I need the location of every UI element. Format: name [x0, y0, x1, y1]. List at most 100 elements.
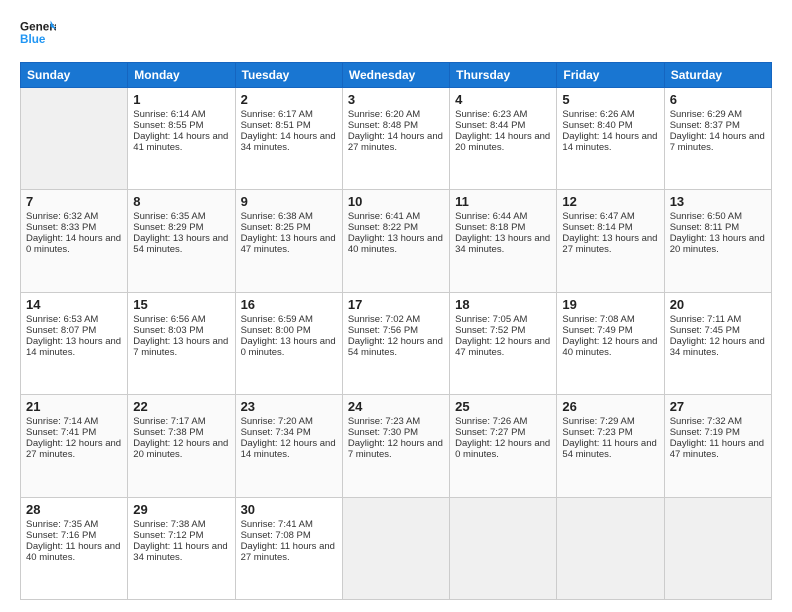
sunrise-text: Sunrise: 7:05 AM [455, 314, 551, 325]
sunrise-text: Sunrise: 6:23 AM [455, 109, 551, 120]
sunset-text: Sunset: 7:52 PM [455, 325, 551, 336]
sunrise-text: Sunrise: 7:11 AM [670, 314, 766, 325]
day-number: 20 [670, 297, 766, 312]
week-row-3: 14Sunrise: 6:53 AMSunset: 8:07 PMDayligh… [21, 292, 772, 394]
weekday-header-tuesday: Tuesday [235, 63, 342, 88]
daylight-text: Daylight: 13 hours and 47 minutes. [241, 233, 337, 255]
day-number: 13 [670, 194, 766, 209]
sunset-text: Sunset: 8:18 PM [455, 222, 551, 233]
calendar-cell: 20Sunrise: 7:11 AMSunset: 7:45 PMDayligh… [664, 292, 771, 394]
weekday-header-wednesday: Wednesday [342, 63, 449, 88]
day-number: 27 [670, 399, 766, 414]
sunset-text: Sunset: 8:00 PM [241, 325, 337, 336]
sunset-text: Sunset: 7:38 PM [133, 427, 229, 438]
calendar-cell: 6Sunrise: 6:29 AMSunset: 8:37 PMDaylight… [664, 88, 771, 190]
sunset-text: Sunset: 7:23 PM [562, 427, 658, 438]
calendar-cell [342, 497, 449, 599]
calendar-cell [21, 88, 128, 190]
day-number: 14 [26, 297, 122, 312]
daylight-text: Daylight: 14 hours and 0 minutes. [26, 233, 122, 255]
sunrise-text: Sunrise: 7:02 AM [348, 314, 444, 325]
day-number: 8 [133, 194, 229, 209]
calendar-cell: 1 Sunrise: 6:14 AMSunset: 8:55 PMDaylight… [128, 88, 235, 190]
calendar-cell: 5Sunrise: 6:26 AMSunset: 8:40 PMDaylight… [557, 88, 664, 190]
sunset-text: Sunset: 7:16 PM [26, 530, 122, 541]
daylight-text: Daylight: 14 hours and 14 minutes. [562, 131, 658, 153]
day-number: 19 [562, 297, 658, 312]
calendar-cell: 19Sunrise: 7:08 AMSunset: 7:49 PMDayligh… [557, 292, 664, 394]
daylight-text: Daylight: 11 hours and 54 minutes. [562, 438, 658, 460]
sunrise-text: Sunrise: 6:56 AM [133, 314, 229, 325]
sunset-text: Sunset: 7:56 PM [348, 325, 444, 336]
calendar-cell [450, 497, 557, 599]
logo-icon: GeneralBlue [20, 16, 56, 52]
sunset-text: Sunset: 8:07 PM [26, 325, 122, 336]
sunrise-text: Sunrise: 7:35 AM [26, 519, 122, 530]
calendar-cell: 22Sunrise: 7:17 AMSunset: 7:38 PMDayligh… [128, 395, 235, 497]
week-row-1: 1Sunrise: 6:14 AMSunset: 8:55 PMDaylight… [21, 88, 772, 190]
logo: GeneralBlue [20, 16, 56, 52]
calendar-cell: 4Sunrise: 6:23 AMSunset: 8:44 PMDaylight… [450, 88, 557, 190]
page: GeneralBlue SundayMondayTuesdayWednesday… [0, 0, 792, 612]
day-number: 12 [562, 194, 658, 209]
sunrise-text: Sunrise: 7:38 AM [133, 519, 229, 530]
day-number: 28 [26, 502, 122, 517]
daylight-text: Daylight: 13 hours and 14 minutes. [26, 336, 122, 358]
weekday-header-saturday: Saturday [664, 63, 771, 88]
sunrise-text: Sunrise: 7:23 AM [348, 416, 444, 427]
daylight-text: Daylight: 13 hours and 7 minutes. [133, 336, 229, 358]
day-number: 3 [348, 92, 444, 107]
sunrise-text: Sunrise: 6:26 AM [562, 109, 658, 120]
calendar-cell: 11Sunrise: 6:44 AMSunset: 8:18 PMDayligh… [450, 190, 557, 292]
sunset-text: Sunset: 7:27 PM [455, 427, 551, 438]
calendar-cell: 12Sunrise: 6:47 AMSunset: 8:14 PMDayligh… [557, 190, 664, 292]
day-number: 4 [455, 92, 551, 107]
day-number: 1 [133, 92, 229, 107]
calendar-table: SundayMondayTuesdayWednesdayThursdayFrid… [20, 62, 772, 600]
calendar-cell: 15Sunrise: 6:56 AMSunset: 8:03 PMDayligh… [128, 292, 235, 394]
sunrise-text: Sunrise: 7:26 AM [455, 416, 551, 427]
sunset-text: Sunset: 8:14 PM [562, 222, 658, 233]
calendar-cell [664, 497, 771, 599]
calendar-cell: 3Sunrise: 6:20 AMSunset: 8:48 PMDaylight… [342, 88, 449, 190]
sunset-text: Sunset: 8:44 PM [455, 120, 551, 131]
week-row-4: 21Sunrise: 7:14 AMSunset: 7:41 PMDayligh… [21, 395, 772, 497]
sunset-text: Sunset: 8:25 PM [241, 222, 337, 233]
calendar-cell: 8Sunrise: 6:35 AMSunset: 8:29 PMDaylight… [128, 190, 235, 292]
sunset-text: Sunset: 8:51 PM [241, 120, 337, 131]
sunset-text: Sunset: 8:29 PM [133, 222, 229, 233]
day-number: 15 [133, 297, 229, 312]
calendar-cell: 14Sunrise: 6:53 AMSunset: 8:07 PMDayligh… [21, 292, 128, 394]
sunrise-text: Sunrise: 6:17 AM [241, 109, 337, 120]
sunset-text: Sunset: 7:45 PM [670, 325, 766, 336]
calendar: SundayMondayTuesdayWednesdayThursdayFrid… [20, 62, 772, 600]
daylight-text: Daylight: 13 hours and 20 minutes. [670, 233, 766, 255]
daylight-text: Daylight: 13 hours and 40 minutes. [348, 233, 444, 255]
sunrise-text: Sunrise: 6:35 AM [133, 211, 229, 222]
sunrise-text: Sunrise: 6:50 AM [670, 211, 766, 222]
sunset-text: Sunset: 8:22 PM [348, 222, 444, 233]
weekday-header-sunday: Sunday [21, 63, 128, 88]
daylight-text: Daylight: 14 hours and 41 minutes. [133, 131, 229, 153]
sunrise-text: Sunrise: 6:41 AM [348, 211, 444, 222]
calendar-cell: 17Sunrise: 7:02 AMSunset: 7:56 PMDayligh… [342, 292, 449, 394]
sunrise-text: Sunrise: 7:20 AM [241, 416, 337, 427]
calendar-cell: 13 Sunrise: 6:50 AMSunset: 8:11 PMDayligh… [664, 190, 771, 292]
sunset-text: Sunset: 8:55 PM [133, 120, 229, 131]
sunset-text: Sunset: 8:11 PM [670, 222, 766, 233]
daylight-text: Daylight: 11 hours and 40 minutes. [26, 541, 122, 563]
daylight-text: Daylight: 11 hours and 27 minutes. [241, 541, 337, 563]
sunset-text: Sunset: 7:41 PM [26, 427, 122, 438]
day-number: 17 [348, 297, 444, 312]
header: GeneralBlue [20, 16, 772, 52]
daylight-text: Daylight: 12 hours and 14 minutes. [241, 438, 337, 460]
calendar-cell: 2Sunrise: 6:17 AMSunset: 8:51 PMDaylight… [235, 88, 342, 190]
daylight-text: Daylight: 12 hours and 27 minutes. [26, 438, 122, 460]
sunrise-text: Sunrise: 7:29 AM [562, 416, 658, 427]
daylight-text: Daylight: 12 hours and 0 minutes. [455, 438, 551, 460]
day-number: 9 [241, 194, 337, 209]
calendar-cell: 29Sunrise: 7:38 AMSunset: 7:12 PMDayligh… [128, 497, 235, 599]
sunrise-text: Sunrise: 6:14 AM [133, 109, 229, 120]
day-number: 11 [455, 194, 551, 209]
daylight-text: Daylight: 14 hours and 34 minutes. [241, 131, 337, 153]
